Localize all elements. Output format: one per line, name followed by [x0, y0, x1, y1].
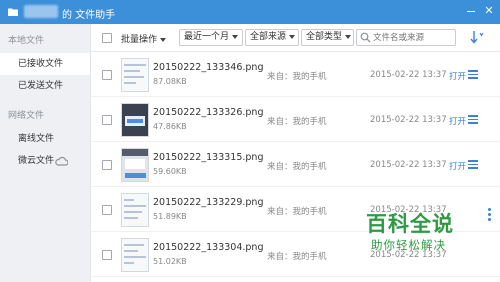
file-thumbnail[interactable]	[121, 103, 149, 137]
sidebar-group-network: 网络文件	[8, 111, 45, 121]
folder-icon	[8, 8, 18, 16]
row-checkbox[interactable]	[102, 160, 112, 170]
sidebar-item-offline[interactable]: 离线文件	[0, 128, 90, 150]
sidebar-item-label: 离线文件	[18, 134, 55, 144]
file-source: 来自：我的手机	[267, 117, 327, 127]
chevron-down-icon	[232, 34, 239, 39]
type-filter-value: 全部类型	[306, 32, 343, 42]
file-thumbnail[interactable]	[121, 193, 149, 227]
cloud-icon	[55, 156, 68, 166]
open-button[interactable]: 打开	[449, 160, 466, 172]
search-input[interactable]	[373, 31, 453, 44]
file-name: 20150222_133315.png	[153, 152, 264, 163]
file-source: 来自：我的手机	[267, 207, 327, 217]
chevron-down-icon	[289, 34, 296, 39]
file-size: 59.60KB	[153, 167, 187, 176]
file-source: 来自：我的手机	[267, 162, 327, 172]
close-button[interactable]: ✕	[482, 4, 496, 18]
sidebar-item-sent[interactable]: 已发送文件	[0, 75, 90, 97]
watermark: 百科全说 助你轻松解决	[362, 208, 490, 268]
file-thumbnail[interactable]	[121, 58, 149, 92]
batch-operation-button[interactable]: 批量操作	[121, 32, 167, 45]
file-row[interactable]: 20150222_133326.png 47.86KB 来自：我的手机 2015…	[91, 98, 500, 142]
sidebar-item-label: 微云文件	[18, 156, 55, 166]
file-size: 51.02KB	[153, 257, 187, 266]
file-name: 20150222_133229.png	[153, 197, 264, 208]
sidebar-item-label: 已发送文件	[18, 81, 64, 91]
file-size: 47.86KB	[153, 122, 187, 131]
file-date: 2015-02-22 13:37	[370, 70, 447, 80]
sidebar-item-label: 已接收文件	[18, 59, 64, 69]
file-source: 来自：我的手机	[267, 72, 327, 82]
file-thumbnail[interactable]	[121, 238, 149, 272]
row-checkbox[interactable]	[102, 115, 112, 125]
file-thumbnail[interactable]	[121, 148, 149, 182]
file-name: 20150222_133304.png	[153, 242, 264, 253]
minimize-icon	[467, 11, 475, 12]
chevron-down-icon	[160, 37, 167, 42]
file-size: 51.89KB	[153, 212, 187, 221]
row-checkbox[interactable]	[102, 250, 112, 260]
search-box	[356, 29, 456, 46]
blurred-username	[24, 5, 58, 18]
file-row[interactable]: 20150222_133315.png 59.60KB 来自：我的手机 2015…	[91, 143, 500, 187]
time-filter-dropdown[interactable]: 最近一个月	[179, 29, 243, 46]
window-title: 的 文件助手	[62, 10, 116, 21]
batch-operation-label: 批量操作	[121, 35, 158, 45]
watermark-subtitle: 助你轻松解决	[371, 238, 446, 252]
close-icon: ✕	[484, 4, 494, 17]
row-checkbox[interactable]	[102, 70, 112, 80]
file-assistant-window: 的 文件助手 ✕ 本地文件 已接收文件 已发送文件 网络文件 离线文件 微云文件…	[0, 0, 500, 282]
sidebar: 本地文件 已接收文件 已发送文件 网络文件 离线文件 微云文件	[0, 24, 91, 282]
watermark-title: 百科全说	[366, 212, 454, 236]
sidebar-item-weiyun[interactable]: 微云文件	[0, 150, 90, 172]
open-button[interactable]: 打开	[449, 70, 466, 82]
file-source: 来自：我的手机	[267, 252, 327, 262]
search-icon	[360, 32, 371, 43]
minimize-button[interactable]	[464, 4, 478, 18]
open-button[interactable]: 打开	[449, 115, 466, 127]
title-bar: 的 文件助手 ✕	[0, 0, 500, 24]
source-filter-value: 全部来源	[250, 32, 287, 42]
menu-icon[interactable]	[468, 115, 478, 124]
menu-icon[interactable]	[468, 160, 478, 169]
file-name: 20150222_133326.png	[153, 107, 264, 118]
menu-icon[interactable]	[468, 70, 478, 79]
select-all-checkbox[interactable]	[102, 33, 112, 43]
toolbar: 批量操作 最近一个月 全部来源 全部类型	[91, 24, 500, 52]
file-date: 2015-02-22 13:37	[370, 160, 447, 170]
row-checkbox[interactable]	[102, 205, 112, 215]
time-filter-value: 最近一个月	[184, 32, 230, 42]
file-row[interactable]: 20150222_133346.png 87.08KB 来自：我的手机 2015…	[91, 53, 500, 97]
sidebar-group-local: 本地文件	[8, 36, 45, 46]
file-name: 20150222_133346.png	[153, 62, 264, 73]
sidebar-item-received[interactable]: 已接收文件	[0, 53, 90, 75]
file-date: 2015-02-22 13:37	[370, 115, 447, 125]
type-filter-dropdown[interactable]: 全部类型	[301, 29, 354, 46]
source-filter-dropdown[interactable]: 全部来源	[245, 29, 299, 46]
sort-icon[interactable]	[469, 30, 485, 44]
file-size: 87.08KB	[153, 77, 187, 86]
chevron-down-icon	[345, 34, 352, 39]
